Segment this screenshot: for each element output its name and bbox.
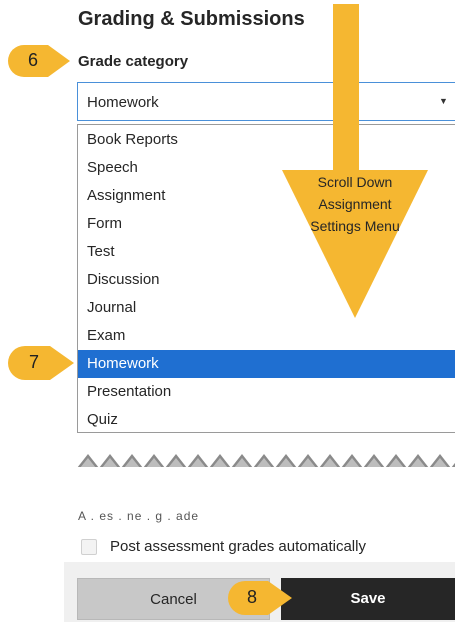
callout-number-8: 8 (246, 587, 257, 607)
post-grades-label: Post assessment grades automatically (110, 538, 366, 555)
dropdown-option[interactable]: Exam (78, 322, 455, 350)
torn-edge-divider (77, 448, 455, 470)
arrow-down-icon (282, 4, 428, 318)
section-title: Grading & Submissions (78, 8, 305, 30)
grade-category-label: Grade category (78, 53, 189, 70)
obscured-label: A . es . ne . g . ade (78, 509, 200, 523)
dropdown-option[interactable]: Presentation (78, 378, 455, 406)
grade-category-value: Homework (87, 94, 159, 111)
callout-number-7: 7 (28, 352, 39, 372)
callout-number-6: 6 (27, 50, 38, 70)
dropdown-option-selected[interactable]: Homework (78, 350, 455, 378)
post-grades-checkbox[interactable] (81, 539, 97, 555)
save-button[interactable]: Save (281, 578, 455, 620)
caret-down-icon: ▼ (439, 96, 448, 106)
arrow-annotation-text: Scroll Down Assignment Settings Menu (310, 174, 400, 234)
dropdown-option[interactable]: Quiz (78, 406, 455, 434)
